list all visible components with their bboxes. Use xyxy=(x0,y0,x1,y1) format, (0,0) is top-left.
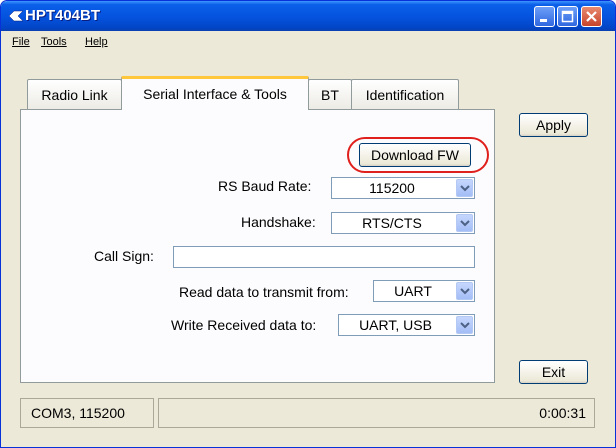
rs-baud-rate-select[interactable]: 115200 xyxy=(331,177,475,199)
chevron-down-icon[interactable] xyxy=(456,214,473,232)
tab-radio-link[interactable]: Radio Link xyxy=(27,79,122,109)
apply-button[interactable]: Apply xyxy=(519,113,588,137)
status-bar: COM3, 115200 0:00:31 xyxy=(20,398,595,432)
menu-tools[interactable]: Tools xyxy=(41,36,67,48)
title-bar[interactable]: HPT404BT xyxy=(1,1,615,31)
write-data-value: UART, USB xyxy=(359,317,432,333)
status-port: COM3, 115200 xyxy=(31,405,125,421)
close-icon xyxy=(586,11,597,22)
maximize-button[interactable] xyxy=(557,6,578,27)
call-sign-label: Call Sign: xyxy=(94,248,154,264)
read-data-select[interactable]: UART xyxy=(373,280,475,302)
window-title: HPT404BT xyxy=(25,7,101,24)
tab-identification[interactable]: Identification xyxy=(351,79,459,109)
handshake-label: Handshake: xyxy=(241,214,316,230)
handshake-select[interactable]: RTS/CTS xyxy=(331,212,475,234)
menu-bar: File Tools Help xyxy=(1,31,615,53)
minimize-button[interactable] xyxy=(534,6,555,27)
rs-baud-rate-label: RS Baud Rate: xyxy=(218,178,312,194)
exit-button[interactable]: Exit xyxy=(519,360,588,384)
rs-baud-rate-value: 115200 xyxy=(369,180,415,196)
status-time-panel: 0:00:31 xyxy=(158,398,595,428)
status-time: 0:00:31 xyxy=(539,405,586,421)
menu-file[interactable]: File xyxy=(12,36,30,48)
call-sign-input[interactable] xyxy=(173,246,475,268)
app-window: HPT404BT File Tools Help Radio Link Seri… xyxy=(0,0,616,448)
chevron-down-icon[interactable] xyxy=(456,179,473,197)
read-data-label: Read data to transmit from: xyxy=(179,284,349,300)
app-icon xyxy=(8,9,24,23)
close-button[interactable] xyxy=(581,6,602,27)
menu-help[interactable]: Help xyxy=(85,36,108,48)
tab-serial-interface-tools[interactable]: Serial Interface & Tools xyxy=(121,76,309,110)
download-fw-button[interactable]: Download FW xyxy=(359,143,471,167)
write-data-label: Write Received data to: xyxy=(171,317,317,333)
chevron-down-icon[interactable] xyxy=(456,282,473,300)
read-data-value: UART xyxy=(394,283,432,299)
handshake-value: RTS/CTS xyxy=(362,215,422,231)
status-port-panel: COM3, 115200 xyxy=(20,398,154,428)
write-data-select[interactable]: UART, USB xyxy=(338,314,475,336)
chevron-down-icon[interactable] xyxy=(456,316,473,334)
tab-bt[interactable]: BT xyxy=(308,79,352,109)
